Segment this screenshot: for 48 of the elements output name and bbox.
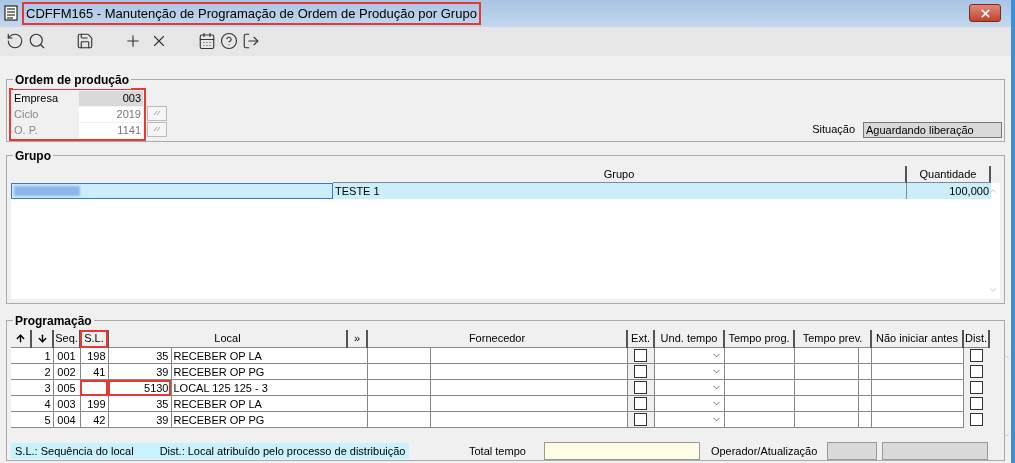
- field-label: O. P.: [13, 123, 39, 139]
- close-icon: [978, 6, 992, 20]
- checkbox[interactable]: [969, 381, 983, 394]
- field-label: Empresa: [13, 91, 60, 107]
- column-header[interactable]: Local: [108, 329, 347, 348]
- checkbox[interactable]: [634, 349, 648, 362]
- undo-icon[interactable]: [6, 32, 24, 51]
- close-button[interactable]: [969, 4, 1001, 23]
- column-header[interactable]: Não iniciar antes: [871, 329, 964, 348]
- exit-icon[interactable]: [242, 32, 260, 51]
- field-label: Ciclo: [13, 107, 40, 123]
- table-cell-text: 100,000: [948, 183, 990, 199]
- field-label: Operador/Atualização: [710, 443, 818, 459]
- checkbox[interactable]: [634, 381, 648, 394]
- checkbox[interactable]: [634, 397, 648, 410]
- help-icon[interactable]: [220, 32, 238, 51]
- move-up-icon[interactable]: [15, 332, 26, 344]
- hatch-icon: [153, 126, 161, 133]
- input-field[interactable]: [543, 442, 700, 460]
- field-label: Situação: [812, 122, 855, 138]
- column-header[interactable]: Ext.: [627, 329, 655, 348]
- column-header[interactable]: Fornecedor: [367, 329, 628, 348]
- table-cell: TESTE 1: [333, 182, 907, 199]
- input-field[interactable]: 003: [79, 90, 143, 106]
- hatch-icon: [153, 110, 161, 117]
- legend-text: S.L.: Sequência do local: [15, 443, 134, 459]
- checkbox[interactable]: [969, 413, 983, 426]
- column-header[interactable]: S.L.: [80, 329, 108, 348]
- input-field: [827, 442, 878, 460]
- checkbox[interactable]: [969, 349, 983, 363]
- checkbox[interactable]: [634, 365, 648, 378]
- calendar-icon[interactable]: [198, 32, 216, 51]
- column-header[interactable]: Tempo prev.: [794, 329, 872, 348]
- checkbox[interactable]: [634, 413, 648, 426]
- status-field: Aguardando liberação: [863, 121, 1002, 138]
- move-down-icon[interactable]: [36, 332, 48, 344]
- column-header[interactable]: Tempo prog.: [724, 329, 795, 348]
- legend-text: Dist.: Local atribuído pelo processo de distribuição: [159, 443, 406, 459]
- column-header[interactable]: »: [347, 329, 367, 348]
- column-header[interactable]: Dist.: [963, 329, 990, 348]
- checkbox[interactable]: [969, 365, 983, 378]
- save-icon[interactable]: [76, 32, 94, 51]
- checkbox[interactable]: [969, 397, 983, 410]
- search-icon[interactable]: [28, 32, 46, 51]
- field-label: Total tempo: [469, 443, 526, 459]
- column-header[interactable]: Und. tempo: [654, 329, 725, 348]
- window-title: CDFFM165 - Manutenção de Programação de Ordem de Produção por Grupo: [22, 1, 481, 26]
- document-icon: [4, 5, 18, 22]
